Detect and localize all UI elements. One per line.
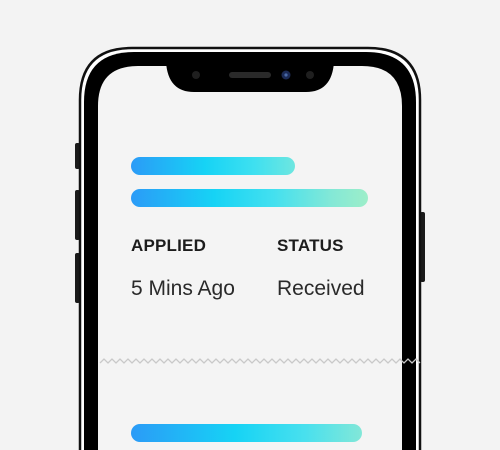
light-sensor-icon bbox=[306, 71, 314, 79]
stage: APPLIED STATUS 5 Mins Ago Received bbox=[0, 0, 500, 450]
placeholder-subtitle-bar bbox=[131, 189, 368, 207]
phone-screen bbox=[98, 66, 402, 450]
status-label: STATUS bbox=[277, 236, 344, 255]
placeholder-next-card-bar bbox=[131, 424, 362, 442]
status-value: Received bbox=[277, 277, 365, 300]
applied-value: 5 Mins Ago bbox=[131, 277, 235, 300]
phone-illustration bbox=[75, 46, 425, 450]
placeholder-title-bar bbox=[131, 157, 295, 175]
proximity-sensor-icon bbox=[192, 71, 200, 79]
speaker-grille bbox=[229, 72, 271, 78]
applied-label: APPLIED bbox=[131, 236, 207, 255]
